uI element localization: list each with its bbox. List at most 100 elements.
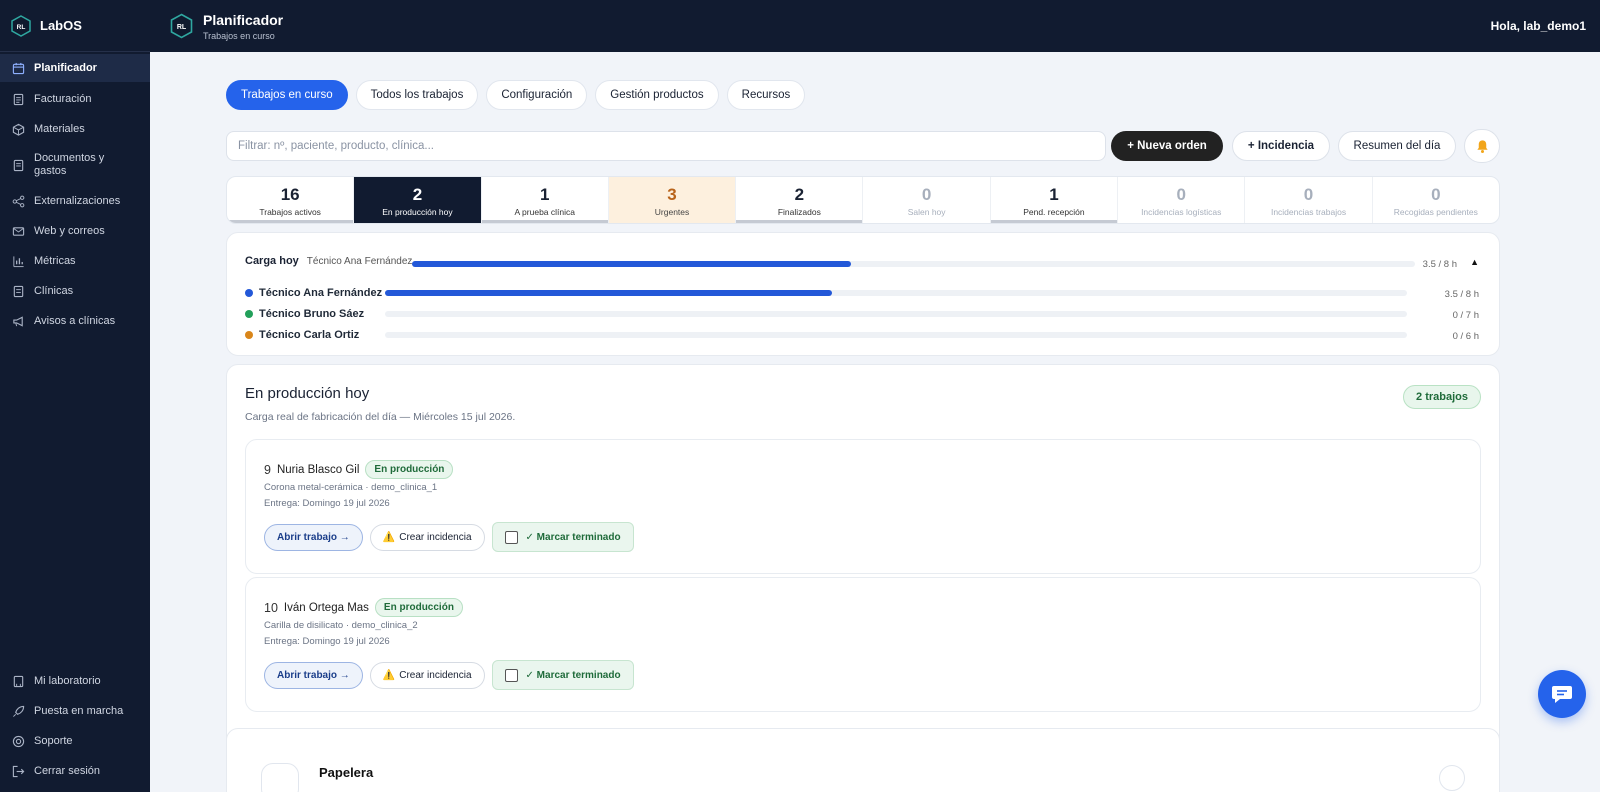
mark-done-label: ✓ Marcar terminado	[525, 669, 621, 681]
open-job-button[interactable]: Abrir trabajo →	[264, 523, 363, 551]
mail-icon	[12, 226, 25, 236]
stat-incidencias-logisticas[interactable]: 0 Incidencias logísticas	[1118, 177, 1246, 223]
stat-a-prueba-clinica[interactable]: 1 A prueba clínica	[481, 177, 609, 223]
stat-finalizados[interactable]: 2 Finalizados	[736, 177, 864, 223]
stat-pend-recepcion[interactable]: 1 Pend. recepción	[990, 177, 1119, 223]
tab-recursos[interactable]: Recursos	[726, 80, 806, 110]
sidebar-item-puesta-en-marcha[interactable]: Puesta en marcha	[0, 696, 150, 726]
stat-trabajos-activos[interactable]: 16 Trabajos activos	[227, 177, 355, 223]
bell-icon	[1476, 139, 1488, 153]
technician-row: Técnico Ana Fernández	[245, 287, 382, 299]
technician-hours: 0 / 7 h	[1452, 310, 1479, 321]
sidebar-item-metricas[interactable]: Métricas	[0, 246, 150, 276]
sidebar-item-facturacion[interactable]: Facturación	[0, 84, 150, 114]
brand[interactable]: RL LabOS	[0, 0, 150, 52]
filter-input[interactable]	[226, 131, 1106, 161]
production-card: En producción hoy Carga real de fabricac…	[226, 364, 1500, 778]
job-card[interactable]: 9 Nuria Blasco Gil En producción Corona …	[245, 439, 1481, 574]
stat-urgentes[interactable]: 3 Urgentes	[608, 177, 737, 223]
sidebar-item-avisos[interactable]: Avisos a clínicas	[0, 306, 150, 336]
sidebar-item-label: Avisos a clínicas	[34, 315, 116, 327]
warning-icon: ⚠️	[382, 531, 396, 543]
open-job-button[interactable]: Abrir trabajo →	[264, 661, 363, 689]
warning-icon: ⚠️	[382, 669, 396, 681]
page-title: Planificador	[203, 11, 284, 28]
mark-done-button[interactable]: ✓ Marcar terminado	[491, 660, 634, 690]
sidebar-item-label: Puesta en marcha	[34, 705, 124, 717]
create-incident-button[interactable]: ⚠️ Crear incidencia	[369, 523, 485, 551]
job-delivery-date: Entrega: Domingo 19 jul 2026	[264, 498, 390, 509]
sidebar-item-materiales[interactable]: Materiales	[0, 114, 150, 144]
tab-gestion-productos[interactable]: Gestión productos	[595, 80, 719, 110]
job-number: 10	[264, 600, 278, 615]
chat-button[interactable]	[1538, 670, 1586, 718]
stat-incidencias-trabajos[interactable]: 0 Incidencias trabajos	[1245, 177, 1373, 223]
new-order-button[interactable]: + Nueva orden	[1111, 131, 1223, 161]
sidebar-item-label: Planificador	[34, 62, 97, 74]
app-name: LabOS	[40, 18, 82, 33]
sidebar-bottom: Mi laboratorio Puesta en marcha Soporte …	[0, 666, 150, 786]
new-incident-button[interactable]: + Incidencia	[1232, 131, 1330, 161]
tab-trabajos-en-curso[interactable]: Trabajos en curso	[226, 80, 348, 110]
user-greeting[interactable]: Hola, lab_demo1	[1491, 19, 1586, 33]
mark-done-checkbox[interactable]	[504, 668, 518, 682]
workload-total-hours: 3.5 / 8 h	[1422, 259, 1457, 270]
stat-underline	[481, 220, 608, 223]
sidebar-item-planificador[interactable]: Planificador	[0, 54, 150, 82]
sidebar-item-label: Clínicas	[34, 285, 74, 297]
svg-text:RL: RL	[177, 24, 187, 31]
job-number: 9	[264, 462, 271, 477]
technician-bar	[385, 290, 1407, 296]
filter-row: + Nueva orden + Incidencia Resumen del d…	[226, 129, 1600, 163]
notifications-button[interactable]	[1464, 129, 1500, 163]
document-icon	[13, 159, 24, 171]
sidebar: RL LabOS Planificador Facturación Materi…	[0, 0, 150, 792]
workload-title: Carga hoy	[245, 255, 299, 267]
sidebar-item-mi-laboratorio[interactable]: Mi laboratorio	[0, 666, 150, 696]
sidebar-item-clinicas[interactable]: Clínicas	[0, 276, 150, 306]
expand-toggle[interactable]	[1439, 765, 1465, 791]
tab-configuracion[interactable]: Configuración	[486, 80, 588, 110]
technician-name: Técnico Ana Fernández	[259, 287, 383, 299]
stat-value: 0	[1431, 185, 1441, 204]
stat-en-produccion-hoy[interactable]: 2 En producción hoy	[354, 177, 482, 223]
create-incident-label: Crear incidencia	[399, 669, 472, 681]
job-card[interactable]: 10 Iván Ortega Mas En producción Carilla…	[245, 577, 1481, 712]
workload-header: Carga hoy Técnico Ana Fernández	[245, 255, 412, 267]
sidebar-item-label: Web y correos	[34, 225, 105, 237]
logo-icon: RL	[170, 13, 193, 39]
stat-salen-hoy[interactable]: 0 Salen hoy	[863, 177, 991, 223]
sidebar-item-externalizaciones[interactable]: Externalizaciones	[0, 186, 150, 216]
production-title: En producción hoy	[245, 385, 370, 402]
job-description: Corona metal-cerámica · demo_clinica_1	[264, 482, 438, 493]
technician-name: Técnico Carla Ortiz	[259, 329, 360, 341]
technician-hours: 0 / 6 h	[1452, 331, 1479, 342]
sidebar-item-cerrar-sesion[interactable]: Cerrar sesión	[0, 756, 150, 786]
sidebar-item-label: Mi laboratorio	[34, 675, 101, 687]
technician-hours: 3.5 / 8 h	[1444, 289, 1479, 300]
rocket-icon	[13, 705, 25, 717]
mark-done-button[interactable]: ✓ Marcar terminado	[491, 522, 634, 552]
tab-todos-los-trabajos[interactable]: Todos los trabajos	[355, 80, 479, 110]
technician-row: Técnico Carla Ortiz	[245, 329, 359, 341]
chat-icon	[1552, 686, 1572, 703]
sidebar-item-documentos[interactable]: Documentos y gastos	[0, 144, 150, 186]
sidebar-item-soporte[interactable]: Soporte	[0, 726, 150, 756]
stat-recogidas-pendientes[interactable]: 0 Recogidas pendientes	[1373, 177, 1499, 223]
job-patient: Nuria Blasco Gil	[276, 463, 360, 476]
topbar: RL Planificador Trabajos en curso Hola, …	[150, 0, 1600, 52]
sidebar-item-web-correos[interactable]: Web y correos	[0, 216, 150, 246]
logout-icon	[12, 765, 25, 777]
job-delivery-date: Entrega: Domingo 19 jul 2026	[264, 636, 390, 647]
day-summary-button[interactable]: Resumen del día	[1338, 131, 1456, 161]
technician-color-dot	[245, 331, 253, 339]
collapse-icon[interactable]: ▲	[1470, 257, 1479, 267]
create-incident-button[interactable]: ⚠️ Crear incidencia	[369, 661, 485, 689]
stat-label: En producción hoy	[382, 207, 453, 217]
production-count-badge: 2 trabajos	[1403, 385, 1481, 409]
stat-label: Pend. recepción	[1023, 207, 1085, 217]
sidebar-item-label: Facturación	[34, 93, 92, 105]
lifebuoy-icon	[12, 735, 25, 747]
mark-done-checkbox[interactable]	[504, 530, 518, 544]
technician-bar-fill	[385, 290, 833, 296]
